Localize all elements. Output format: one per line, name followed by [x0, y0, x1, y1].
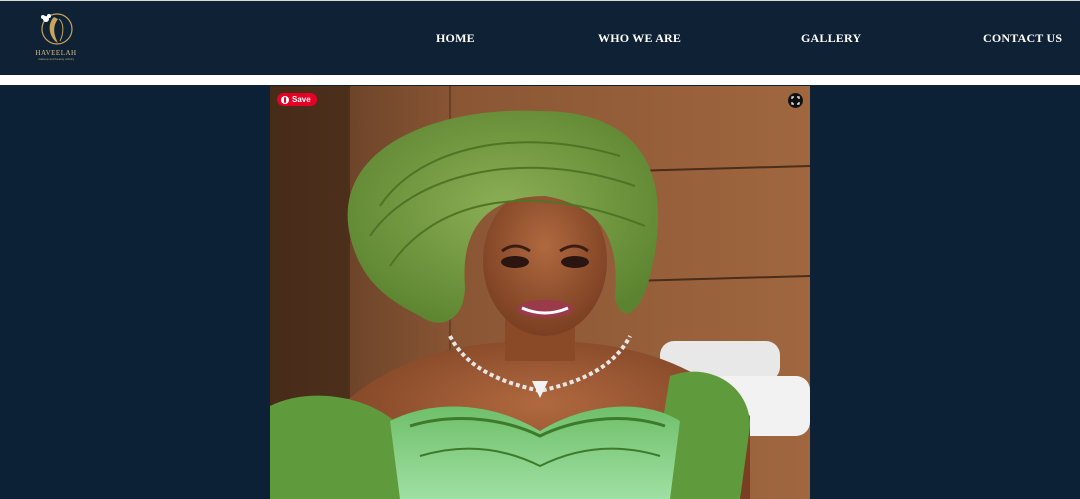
expand-button[interactable]	[788, 93, 803, 108]
header-divider	[0, 75, 1080, 85]
save-label: Save	[292, 95, 311, 104]
brand-logo[interactable]: HAVEELAH makeup and beauty artistry	[28, 11, 84, 63]
nav-gallery[interactable]: GALLERY	[801, 31, 861, 46]
pinterest-save-button[interactable]: Save	[277, 93, 317, 106]
nav-who-we-are[interactable]: WHO WE ARE	[598, 31, 681, 46]
brand-name: HAVEELAH	[35, 49, 77, 57]
expand-icon	[788, 93, 803, 108]
gallery-photo[interactable]	[270, 86, 810, 499]
portrait-image	[270, 86, 810, 499]
site-header: HAVEELAH makeup and beauty artistry HOME…	[0, 1, 1080, 74]
nav-home[interactable]: HOME	[436, 31, 475, 46]
brand-tagline: makeup and beauty artistry	[37, 57, 75, 61]
pinterest-icon	[281, 95, 289, 104]
logo-emblem-icon	[41, 13, 73, 45]
nav-contact-us[interactable]: CONTACT US	[983, 31, 1062, 46]
